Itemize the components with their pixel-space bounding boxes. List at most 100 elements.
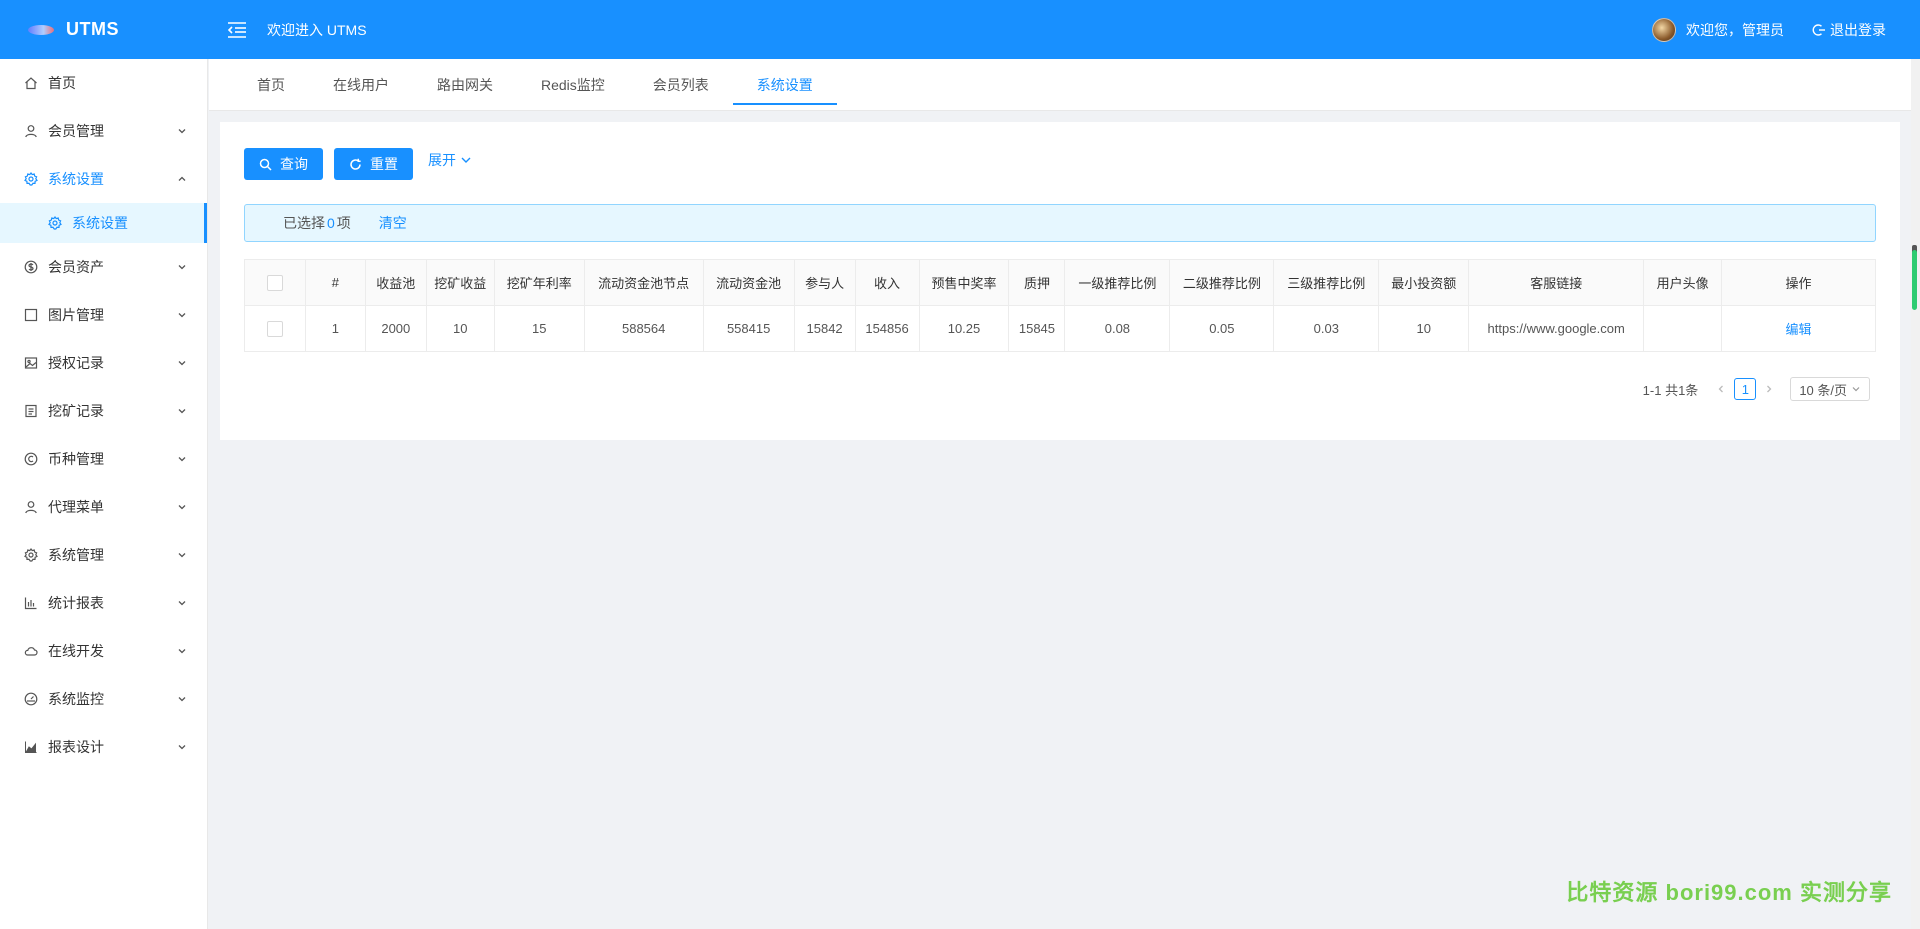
sidebar-item-online-dev[interactable]: 在线开发	[0, 627, 207, 675]
support-link-cell: https://www.google.com	[1468, 305, 1645, 352]
row-checkbox[interactable]	[266, 320, 283, 337]
sidebar-item-images[interactable]: 图片管理	[0, 291, 207, 339]
copyright-icon	[24, 452, 38, 466]
chevron-down-icon	[178, 697, 186, 702]
select-all-checkbox[interactable]	[266, 274, 283, 291]
chevron-down-icon	[461, 157, 471, 163]
logout-button[interactable]: 退出登录	[1812, 20, 1886, 40]
picture-icon	[24, 356, 38, 370]
expand-toggle[interactable]: 展开	[428, 149, 472, 171]
app-name: UTMS	[66, 19, 119, 39]
welcome-title: 欢迎进入 UTMS	[267, 21, 367, 38]
list-icon	[24, 404, 38, 418]
dollar-icon	[24, 260, 38, 274]
sidebar-subitem-label: 系统设置	[72, 215, 128, 231]
prev-page-button[interactable]	[1712, 377, 1730, 401]
sidebar-item-home[interactable]: 首页	[0, 59, 207, 107]
table-cell: 10	[1378, 305, 1470, 352]
table-cell: 15	[493, 305, 585, 352]
gear-icon	[24, 548, 38, 562]
chevron-down-icon	[178, 553, 186, 558]
tab-member-list[interactable]: 会员列表	[629, 59, 733, 111]
sidebar-item-label: 在线开发	[48, 643, 104, 659]
column-header: 质押	[1008, 259, 1066, 306]
content-card: 查询 重置 展开 已选择 0 项 清空 # 收益池 挖矿收益 挖矿年利率 流动资…	[220, 122, 1900, 440]
expand-label: 展开	[428, 152, 456, 168]
avatar[interactable]	[1652, 17, 1676, 42]
selection-alert: 已选择 0 项 清空	[244, 204, 1876, 242]
app-logo[interactable]: UTMS	[0, 0, 208, 59]
sidebar: 首页 会员管理 系统设置 系统设置 会员资产 图片管理 授权记录 挖矿记录 币种…	[0, 59, 208, 929]
table-cell: 15842	[793, 305, 856, 352]
column-header: 预售中奖率	[918, 259, 1010, 306]
sidebar-item-label: 系统管理	[48, 547, 104, 563]
sidebar-item-label: 统计报表	[48, 595, 104, 611]
page-size-select[interactable]: 10 条/页	[1790, 377, 1870, 401]
sidebar-item-auth-records[interactable]: 授权记录	[0, 339, 207, 387]
column-header: 客服链接	[1468, 259, 1645, 306]
pagination-summary: 1-1 共1条	[1642, 382, 1699, 398]
sidebar-item-label: 会员资产	[48, 259, 104, 275]
chevron-down-icon	[178, 505, 186, 510]
sidebar-item-mining-records[interactable]: 挖矿记录	[0, 387, 207, 435]
next-page-button[interactable]	[1760, 377, 1778, 401]
page-tabs: 首页 在线用户 路由网关 Redis监控 会员列表 系统设置	[209, 59, 1911, 111]
gear-icon	[48, 216, 62, 230]
chevron-left-icon	[1718, 385, 1724, 393]
sidebar-item-stat-reports[interactable]: 统计报表	[0, 579, 207, 627]
selection-prefix: 已选择	[283, 215, 325, 231]
column-header: 收益池	[364, 259, 427, 306]
chevron-down-icon	[178, 313, 186, 318]
pagination: 1-1 共1条 1 10 条/页	[1643, 377, 1870, 401]
query-label: 查询	[280, 156, 308, 172]
chevron-down-icon	[178, 601, 186, 606]
table-header-row: # 收益池 挖矿收益 挖矿年利率 流动资金池节点 流动资金池 参与人 收入 预售…	[244, 259, 1876, 306]
logout-icon	[1812, 23, 1825, 36]
sidebar-subitem-system-settings[interactable]: 系统设置	[0, 203, 207, 243]
sidebar-item-member-assets[interactable]: 会员资产	[0, 243, 207, 291]
page-number[interactable]: 1	[1734, 378, 1757, 400]
query-button[interactable]: 查询	[244, 148, 323, 180]
scrollbar-indicator	[1912, 250, 1917, 310]
reload-icon	[350, 158, 361, 170]
sidebar-item-agent-menu[interactable]: 代理菜单	[0, 483, 207, 531]
chevron-down-icon	[178, 409, 186, 414]
table-cell: 10	[425, 305, 495, 352]
sidebar-item-label: 报表设计	[48, 739, 104, 755]
sidebar-item-label: 授权记录	[48, 355, 104, 371]
chevron-down-icon	[178, 129, 186, 134]
tab-redis-monitor[interactable]: Redis监控	[517, 59, 629, 111]
column-header: 一级推荐比例	[1064, 259, 1171, 306]
tab-online-users[interactable]: 在线用户	[309, 59, 413, 111]
chevron-down-icon	[178, 457, 186, 462]
sidebar-item-members[interactable]: 会员管理	[0, 107, 207, 155]
sidebar-item-report-design[interactable]: 报表设计	[0, 723, 207, 771]
table-cell: 154856	[854, 305, 920, 352]
row-select-cell	[244, 305, 306, 352]
table-cell: 558415	[702, 305, 795, 352]
tab-system-settings[interactable]: 系统设置	[732, 59, 837, 111]
scrollbar-track[interactable]	[1911, 59, 1920, 929]
reset-button[interactable]: 重置	[334, 148, 413, 180]
sidebar-item-system-monitor[interactable]: 系统监控	[0, 675, 207, 723]
page-size-label: 10 条/页	[1799, 382, 1847, 398]
action-cell: 编辑	[1721, 305, 1876, 352]
user-greeting[interactable]: 欢迎您，管理员	[1686, 20, 1784, 40]
column-header: 挖矿收益	[425, 259, 495, 306]
table-cell: 10.25	[918, 305, 1010, 352]
dashboard-icon	[24, 692, 38, 706]
sidebar-item-label: 代理菜单	[48, 499, 104, 515]
clear-selection-link[interactable]: 清空	[379, 213, 407, 233]
logout-label: 退出登录	[1830, 21, 1886, 38]
sidebar-item-currencies[interactable]: 币种管理	[0, 435, 207, 483]
selection-suffix: 项	[336, 215, 351, 231]
menu-fold-icon[interactable]	[226, 20, 248, 40]
home-icon	[24, 76, 38, 90]
edit-link[interactable]: 编辑	[1786, 322, 1812, 337]
tab-home[interactable]: 首页	[233, 59, 309, 111]
tab-route-gateway[interactable]: 路由网关	[413, 59, 517, 111]
sidebar-item-system-admin[interactable]: 系统管理	[0, 531, 207, 579]
sidebar-item-label: 系统设置	[48, 171, 104, 187]
chevron-down-icon	[178, 265, 186, 270]
sidebar-item-system-settings[interactable]: 系统设置	[0, 155, 207, 203]
